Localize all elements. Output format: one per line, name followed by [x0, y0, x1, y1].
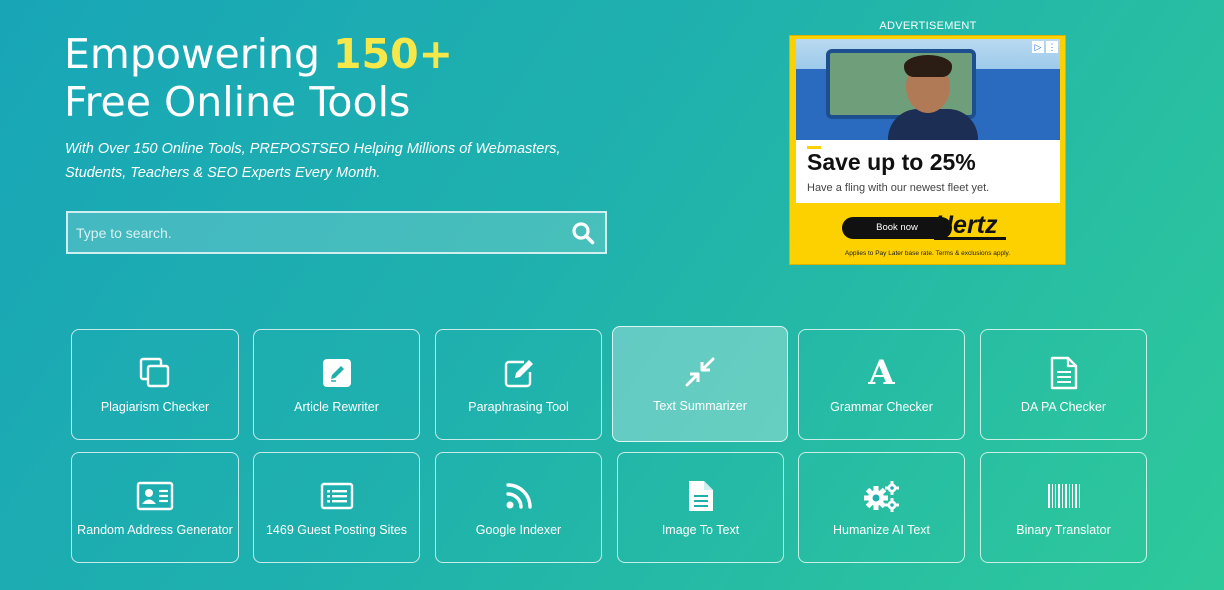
- hero-subtitle: With Over 150 Online Tools, PREPOSTSEO H…: [65, 141, 561, 181]
- tool-label: Binary Translator: [1016, 522, 1111, 537]
- ad-body: Have a fling with our newest fleet yet.: [807, 182, 990, 194]
- tool-label: Text Summarizer: [653, 399, 747, 413]
- search-button[interactable]: [561, 213, 605, 252]
- search-bar: [66, 211, 607, 254]
- tool-label: Google Indexer: [475, 522, 562, 537]
- tool-label: Article Rewriter: [294, 399, 379, 414]
- tool-label: DA PA Checker: [1020, 399, 1107, 414]
- document-icon: [1050, 356, 1077, 389]
- tool-label: 1469 Guest Posting Sites: [265, 522, 408, 537]
- compress-icon: [685, 357, 715, 387]
- tool-label: Humanize AI Text: [832, 522, 931, 537]
- tool-card-image-to-text[interactable]: Image To Text: [617, 452, 784, 563]
- ad-brand-logo: Hertz: [935, 211, 998, 239]
- tool-card-plagiarism-checker[interactable]: Plagiarism Checker: [71, 329, 239, 440]
- barcode-icon: [1047, 483, 1080, 508]
- ad-headline: Save up to 25%: [807, 149, 976, 175]
- tool-card-google-indexer[interactable]: Google Indexer: [435, 452, 602, 563]
- more-options-icon[interactable]: ⋮: [1046, 41, 1058, 53]
- tool-label: Random Address Generator: [77, 522, 233, 537]
- edit-icon: [504, 359, 533, 387]
- hero-title: Empowering 150+ Free Online Tools: [64, 30, 453, 126]
- tool-label: Grammar Checker: [830, 399, 933, 414]
- hero-title-line2: Free Online Tools: [64, 78, 411, 126]
- hero-title-prefix: Empowering: [64, 30, 334, 78]
- tool-card-paraphrasing-tool[interactable]: Paraphrasing Tool: [435, 329, 602, 440]
- search-input[interactable]: [68, 213, 561, 252]
- tool-card-humanize-ai-text[interactable]: Humanize AI Text: [798, 452, 965, 563]
- file-text-icon: [688, 480, 713, 511]
- tool-card-text-summarizer[interactable]: Text Summarizer: [612, 326, 788, 442]
- tool-card-grammar-checker[interactable]: A Grammar Checker: [798, 329, 965, 440]
- tool-card-article-rewriter[interactable]: Article Rewriter: [253, 329, 420, 440]
- tool-card-da-pa-checker[interactable]: DA PA Checker: [980, 329, 1147, 440]
- advertisement-banner[interactable]: ▷ ⋮ Save up to 25% Have a fling with our…: [789, 35, 1066, 265]
- ad-choices-icons[interactable]: ▷ ⋮: [1032, 41, 1058, 53]
- tool-label: Image To Text: [661, 522, 740, 537]
- search-icon: [572, 221, 595, 244]
- ad-photo: ▷ ⋮: [796, 39, 1060, 140]
- tool-card-guest-posting-sites[interactable]: 1469 Guest Posting Sites: [253, 452, 420, 563]
- gears-icon: [863, 480, 899, 512]
- tool-card-random-address-generator[interactable]: Random Address Generator: [71, 452, 239, 563]
- ad-disclaimer: Applies to Pay Later base rate. Terms & …: [844, 250, 1011, 257]
- id-card-icon: [136, 481, 174, 510]
- ad-text-panel: Save up to 25% Have a fling with our new…: [796, 140, 1060, 203]
- rss-icon: [505, 482, 532, 509]
- tool-label: Plagiarism Checker: [100, 399, 210, 414]
- adchoices-icon[interactable]: ▷: [1032, 41, 1044, 53]
- tool-label: Paraphrasing Tool: [468, 399, 569, 414]
- ad-label: ADVERTISEMENT: [879, 20, 977, 32]
- tool-card-binary-translator[interactable]: Binary Translator: [980, 452, 1147, 563]
- list-icon: [320, 482, 353, 509]
- hero-title-accent: 150+: [333, 30, 453, 78]
- letter-a-icon: A: [868, 352, 895, 393]
- pencil-square-icon: [322, 358, 351, 387]
- copy-icon: [139, 357, 170, 387]
